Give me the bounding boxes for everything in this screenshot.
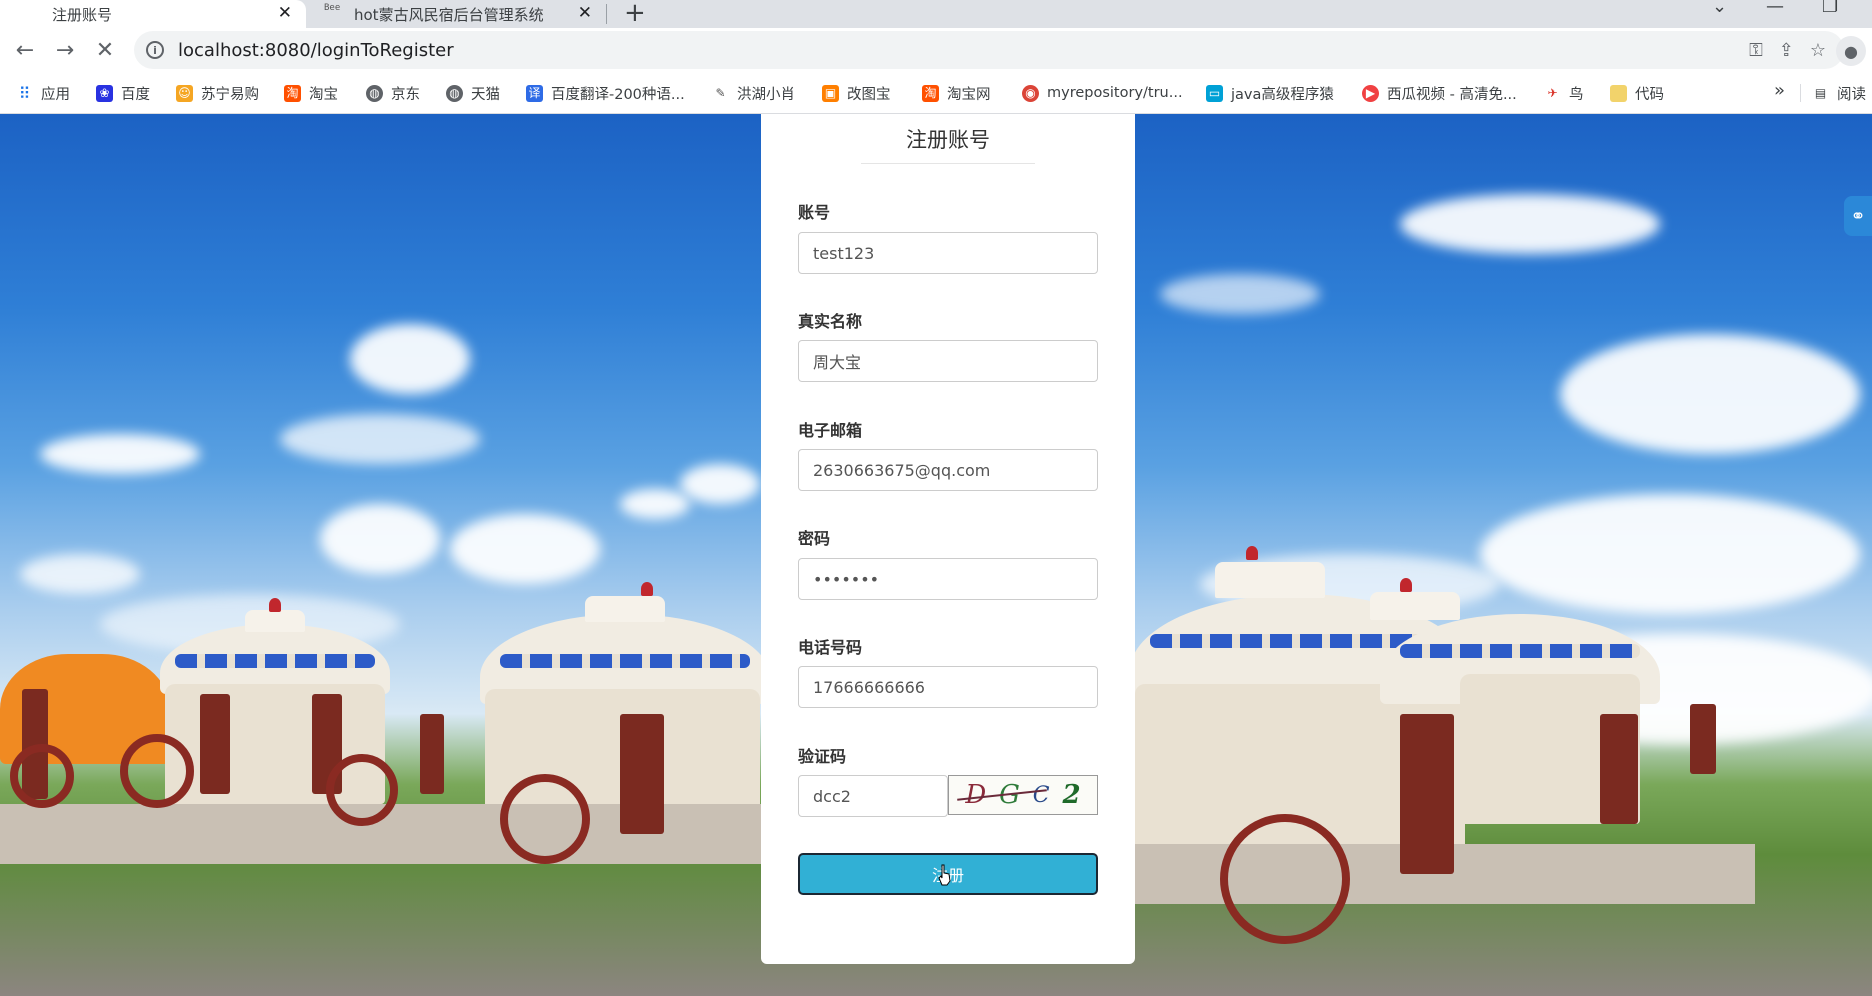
bookmark-code[interactable]: 代码	[1610, 82, 1664, 104]
password-label: 密码	[798, 529, 831, 548]
forward-arrow-icon[interactable]: →	[50, 35, 80, 65]
bookmark-label: java高级程序猿	[1231, 86, 1334, 103]
phone-label: 电话号码	[798, 638, 863, 657]
taobao-icon: 淘	[922, 84, 939, 102]
apps-grid-icon: ⠿	[18, 83, 31, 103]
gaitubao-icon: ▣	[822, 84, 839, 102]
browser-toolbar: ← → ✕ i localhost:8080/loginToRegister ⚿…	[0, 28, 1872, 72]
site-info-icon[interactable]: i	[146, 41, 164, 59]
bookmark-label: 淘宝	[309, 86, 338, 103]
bookmark-taobao-net[interactable]: 淘 淘宝网	[922, 82, 991, 104]
url-text[interactable]: localhost:8080/loginToRegister	[178, 40, 454, 61]
minimize-icon[interactable]: —	[1766, 0, 1784, 17]
bilibili-icon: ▭	[1206, 84, 1223, 102]
bookmark-label: 应用	[41, 86, 70, 103]
key-icon[interactable]: ⚿	[1749, 40, 1763, 61]
share-icon[interactable]: ⇪	[1779, 40, 1794, 61]
bookmark-label: 鸟	[1569, 86, 1584, 103]
captcha-input[interactable]: dcc2	[798, 775, 948, 817]
bookmark-bird[interactable]: ✈ 鸟	[1544, 82, 1584, 104]
tab-title: hot蒙古风民宿后台管理系统	[354, 5, 544, 24]
bookmark-label: 改图宝	[847, 86, 891, 103]
floating-share-icon[interactable]: ⚭	[1844, 196, 1872, 236]
bookmark-label: 百度	[121, 86, 150, 103]
folder-icon	[1610, 84, 1627, 102]
tab-strip: 注册账号 ✕ Bee hot蒙古风民宿后台管理系统 ✕ + ⌄ — ❐	[0, 0, 1872, 28]
reading-list-label: 阅读	[1837, 86, 1866, 103]
hand-cursor-icon	[938, 864, 951, 886]
register-panel: 注册账号 账号 test123 真实名称 周大宝 电子邮箱 2630663675…	[761, 114, 1135, 964]
bookmark-apps[interactable]: ⠿ 应用	[16, 82, 70, 104]
tab-title: 注册账号	[52, 5, 113, 24]
reading-list-icon: ▤	[1814, 85, 1827, 100]
star-icon[interactable]: ☆	[1810, 40, 1826, 61]
account-label: 账号	[798, 203, 831, 222]
bookmark-suning[interactable]: ☺ 苏宁易购	[176, 82, 259, 104]
profile-avatar-icon[interactable]: ●	[1836, 36, 1866, 66]
bookmark-label: 天猫	[471, 86, 500, 103]
captcha-label: 验证码	[798, 747, 847, 766]
restore-icon[interactable]: ❐	[1822, 0, 1838, 17]
page-viewport: ⚭ 注册账号 账号 test123 真实名称 周大宝 电子邮箱 26306636…	[0, 114, 1872, 996]
title-divider	[861, 163, 1035, 164]
bookmark-gaitubao[interactable]: ▣ 改图宝	[822, 82, 891, 104]
bookmark-label: 西瓜视频 - 高清免...	[1387, 86, 1517, 103]
phone-input[interactable]: 17666666666	[798, 666, 1098, 708]
globe-icon: ◍	[446, 84, 463, 102]
bird-icon: ✈	[1547, 85, 1558, 100]
tab-divider	[606, 4, 607, 24]
tab-search-chevron-icon[interactable]: ⌄	[1712, 0, 1727, 17]
bookmark-jd[interactable]: ◍ 京东	[366, 82, 420, 104]
bookmarks-overflow-icon[interactable]: »	[1774, 80, 1785, 101]
real-name-label: 真实名称	[798, 312, 863, 331]
bookmark-baidu[interactable]: ❀ 百度	[96, 82, 150, 104]
email-input[interactable]: 2630663675@qq.com	[798, 449, 1098, 491]
close-icon[interactable]: ✕	[578, 3, 592, 23]
captcha-char: C	[1032, 782, 1050, 808]
password-input[interactable]: •••••••	[798, 558, 1098, 600]
tab-register[interactable]: 注册账号 ✕	[0, 0, 306, 28]
bookmark-xigua[interactable]: ▶ 西瓜视频 - 高清免...	[1362, 82, 1517, 104]
taobao-icon: 淘	[284, 84, 301, 102]
xigua-icon: ▶	[1362, 84, 1379, 102]
suning-icon: ☺	[176, 84, 193, 102]
bookmark-label: 淘宝网	[947, 86, 991, 103]
bookmark-baidu-translate[interactable]: 译 百度翻译-200种语...	[526, 82, 685, 104]
bookmarks-divider	[1800, 84, 1801, 102]
stop-loading-icon[interactable]: ✕	[90, 35, 120, 65]
feather-icon: ✎	[715, 85, 726, 100]
bookmark-java[interactable]: ▭ java高级程序猿	[1206, 82, 1334, 104]
address-bar[interactable]: i localhost:8080/loginToRegister ⚿ ⇪ ☆	[134, 31, 1844, 69]
globe-icon: ◍	[366, 84, 383, 102]
baidu-paw-icon: ❀	[96, 84, 113, 102]
bookmark-label: 苏宁易购	[201, 86, 259, 103]
bookmark-label: myrepository/tru...	[1047, 85, 1183, 101]
close-icon[interactable]: ✕	[278, 3, 292, 23]
bee-favicon-icon: Bee	[324, 3, 341, 13]
reading-list[interactable]: ▤ 阅读	[1812, 82, 1866, 104]
page-title: 注册账号	[906, 128, 990, 152]
translate-icon: 译	[526, 84, 543, 102]
tab-admin[interactable]: Bee hot蒙古风民宿后台管理系统 ✕	[310, 0, 606, 28]
bookmark-tmall[interactable]: ◍ 天猫	[446, 82, 500, 104]
email-label: 电子邮箱	[798, 421, 863, 440]
real-name-input[interactable]: 周大宝	[798, 340, 1098, 382]
bookmark-label: 百度翻译-200种语...	[551, 86, 685, 103]
address-bar-actions: ⚿ ⇪ ☆	[1749, 31, 1844, 69]
captcha-image[interactable]: D G C 2	[948, 775, 1098, 815]
chrome-icon: ◉	[1022, 84, 1039, 102]
bookmark-label: 代码	[1635, 86, 1664, 103]
account-input[interactable]: test123	[798, 232, 1098, 274]
bookmark-taobao[interactable]: 淘 淘宝	[284, 82, 338, 104]
bookmark-label: 洪湖小肖	[737, 86, 795, 103]
captcha-char: 2	[1062, 780, 1081, 810]
new-tab-plus-icon[interactable]: +	[624, 0, 646, 28]
bookmark-myrepository[interactable]: ◉ myrepository/tru...	[1022, 82, 1183, 104]
back-arrow-icon[interactable]: ←	[10, 35, 40, 65]
bookmark-honghu[interactable]: ✎ 洪湖小肖	[712, 82, 795, 104]
bookmark-label: 京东	[391, 86, 420, 103]
bookmarks-bar: ⠿ 应用 ❀ 百度 ☺ 苏宁易购 淘 淘宝 ◍ 京东 ◍ 天猫 译 百度翻译-2…	[0, 72, 1872, 114]
